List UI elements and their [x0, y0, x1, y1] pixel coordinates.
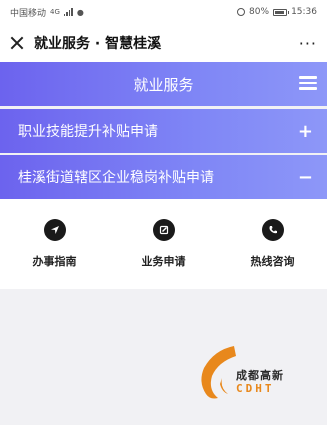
page-title: 就业服务 · 智慧桂溪 [34, 36, 162, 52]
logo-cn-text: 成都高新 [236, 369, 284, 382]
accordion-row-job-stabilization[interactable]: 桂溪街道辖区企业稳岗补贴申请 − [0, 155, 327, 199]
status-left: 中国移动 4G ● [10, 6, 84, 19]
clock-time: 15:36 [291, 7, 317, 17]
close-icon[interactable] [10, 36, 24, 50]
cdht-logo: 成都高新 CDHT [196, 342, 306, 402]
accordion-label: 桂溪街道辖区企业稳岗补贴申请 [18, 170, 214, 186]
navigation-arrow-icon [43, 219, 66, 241]
submenu-item-guide[interactable]: 办事指南 [0, 199, 109, 269]
phone-call-icon [261, 219, 284, 241]
submenu-label: 办事指南 [32, 255, 77, 268]
accordion-row-skill-subsidy[interactable]: 职业技能提升补贴申请 + [0, 109, 327, 153]
hamburger-menu-icon[interactable] [299, 76, 317, 90]
expand-plus-icon[interactable]: + [298, 121, 313, 142]
submenu-label: 热线咨询 [250, 255, 295, 268]
carrier-label: 中国移动 [10, 8, 47, 19]
accordion-label: 职业技能提升补贴申请 [18, 124, 158, 140]
service-header: 就业服务 [0, 62, 327, 106]
status-right: 80% 15:36 [237, 7, 317, 17]
edit-pencil-icon [152, 219, 175, 241]
logo-en-text: CDHT [236, 382, 275, 395]
submenu-label: 业务申请 [141, 255, 186, 268]
network-label: 4G [50, 8, 60, 16]
signal-icon [63, 8, 73, 16]
collapse-minus-icon[interactable]: − [298, 167, 313, 188]
battery-percent: 80% [249, 7, 270, 17]
battery-icon [273, 8, 290, 16]
title-bar: 就业服务 · 智慧桂溪 ··· [0, 24, 327, 62]
more-options-icon[interactable]: ··· [299, 34, 317, 53]
wechat-icon: ● [76, 7, 84, 17]
submenu-panel: 办事指南 业务申请 热线咨询 [0, 199, 327, 289]
alarm-icon [237, 8, 246, 16]
status-bar: 中国移动 4G ● 80% 15:36 [0, 0, 327, 24]
submenu-item-apply[interactable]: 业务申请 [109, 199, 218, 269]
submenu-item-hotline[interactable]: 热线咨询 [218, 199, 327, 269]
service-header-title: 就业服务 [133, 75, 194, 94]
